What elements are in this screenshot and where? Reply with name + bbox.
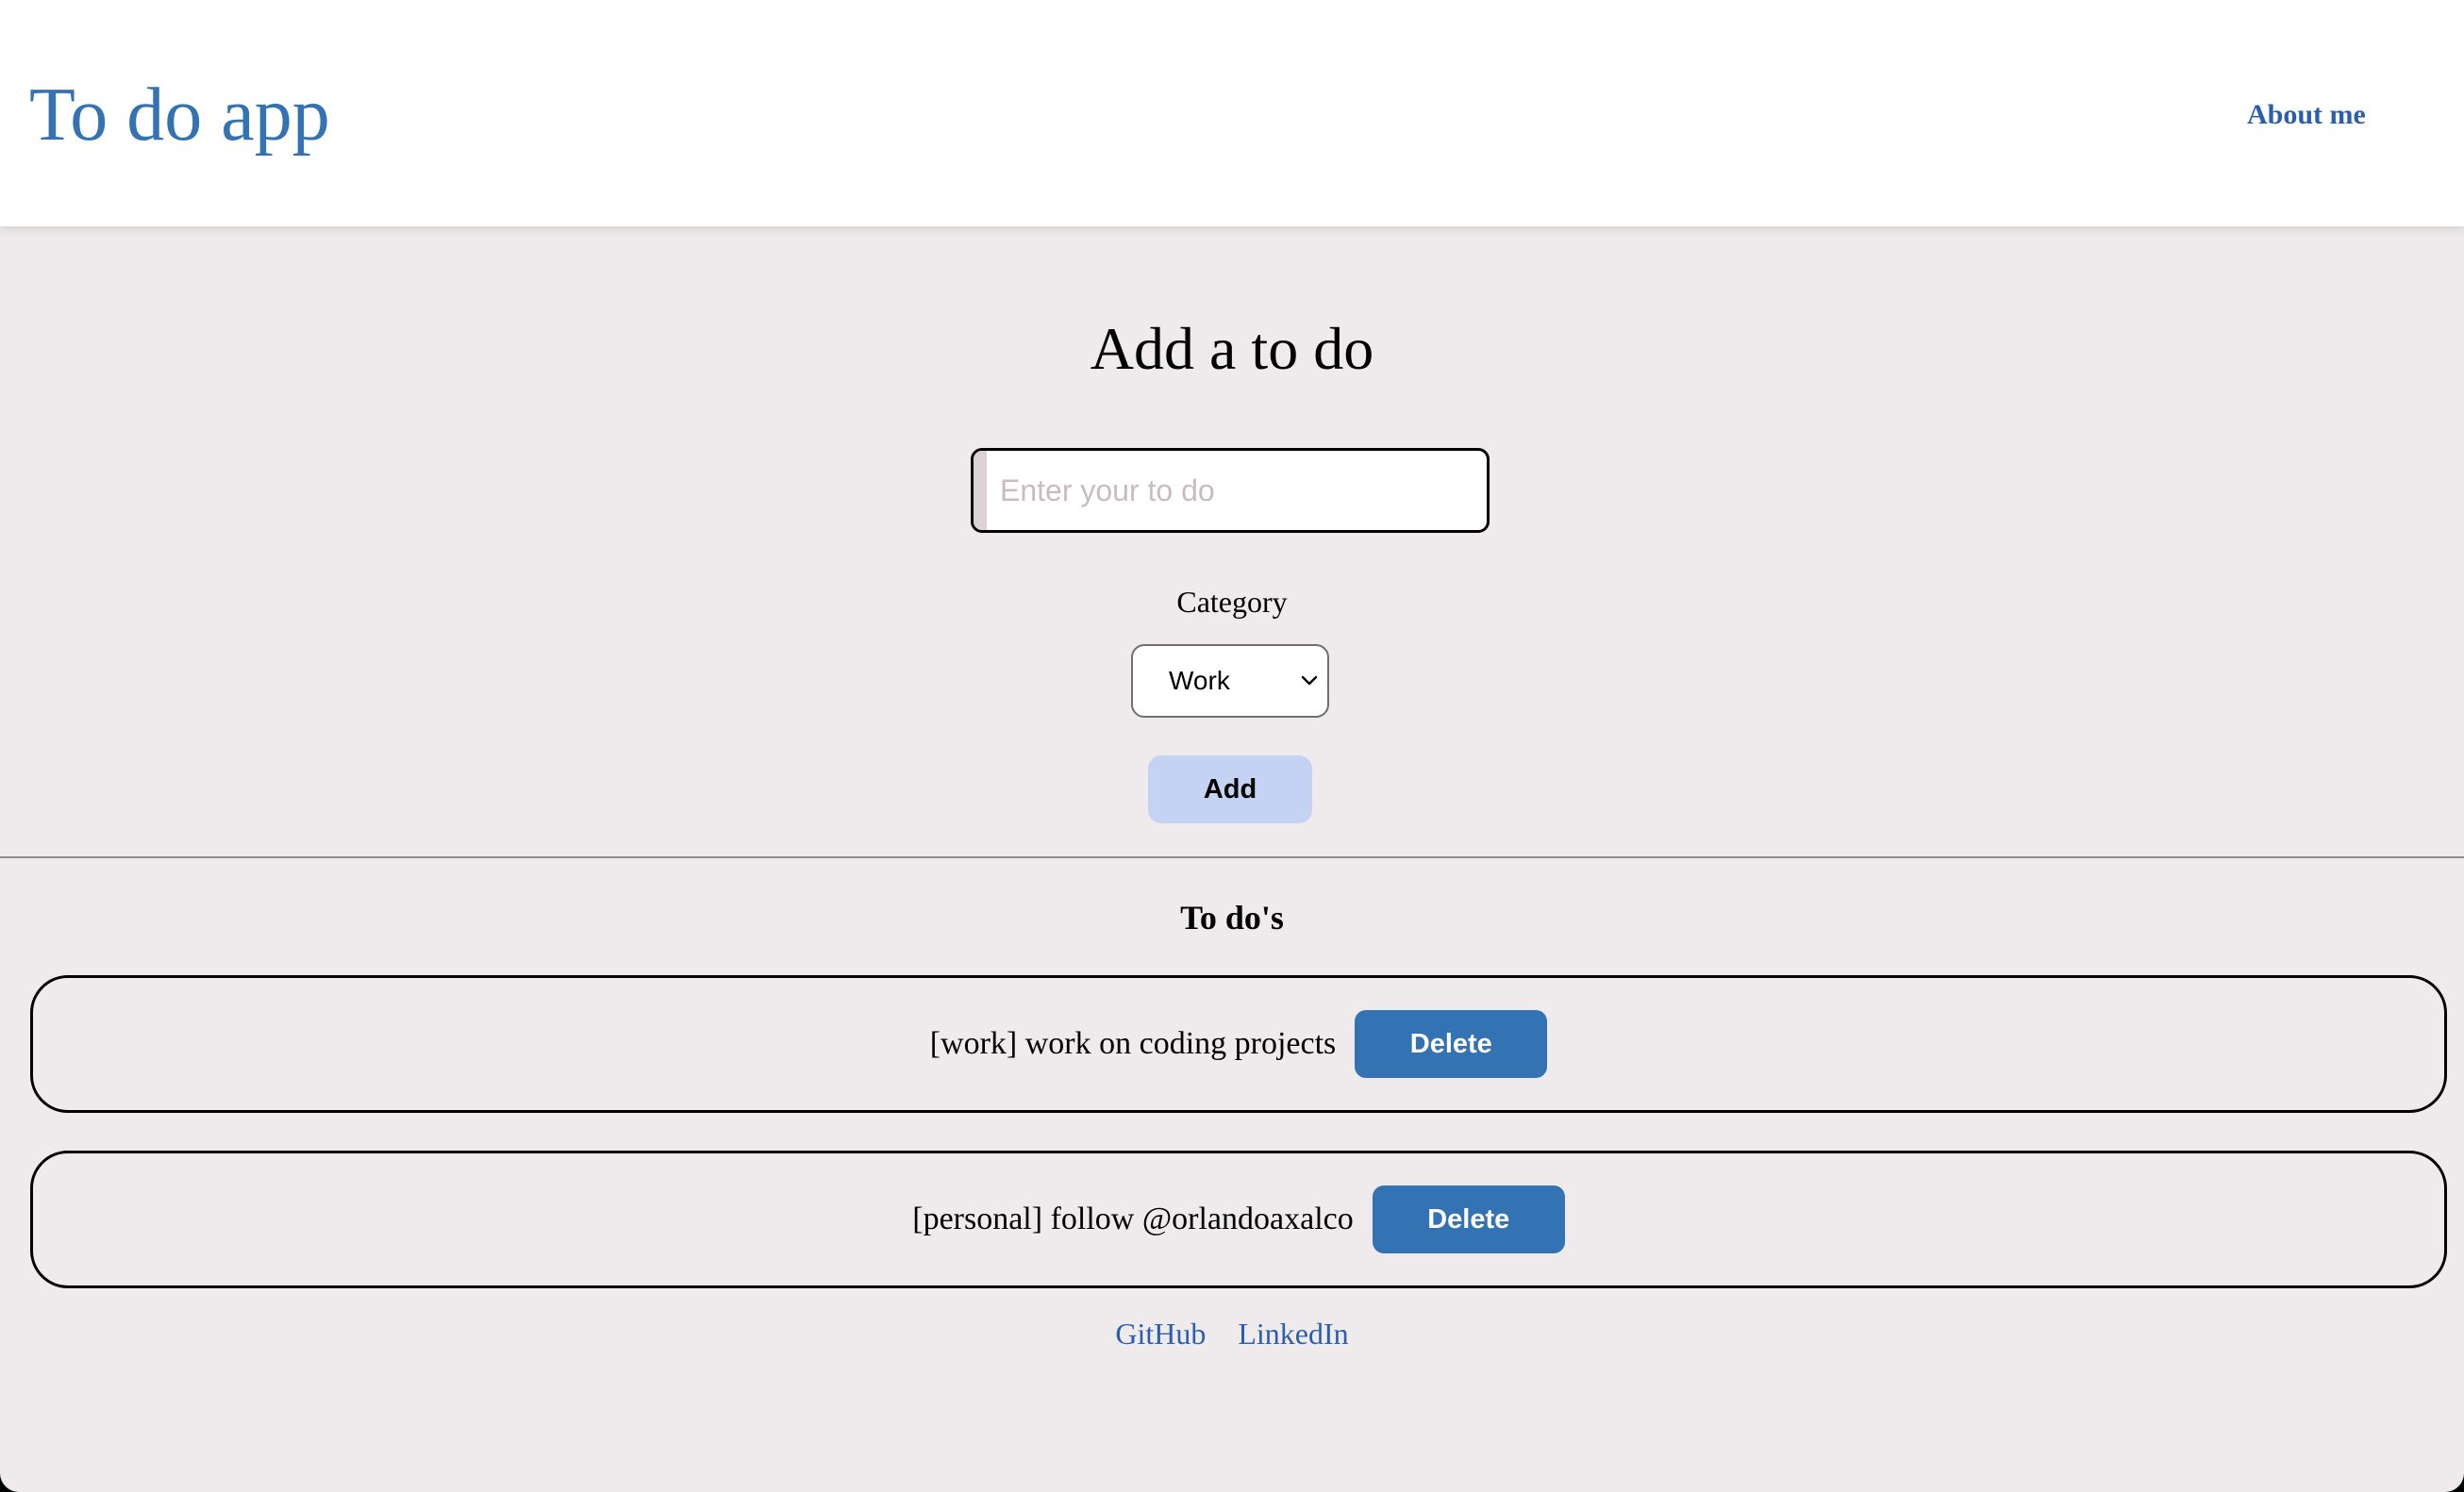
- todos-heading: To do's: [1180, 899, 1284, 937]
- delete-button[interactable]: Delete: [1372, 1185, 1565, 1253]
- section-divider: [0, 856, 2464, 858]
- add-button[interactable]: Add: [1148, 755, 1312, 823]
- todo-input-container: [971, 448, 1490, 533]
- app-header: To do app About me: [0, 0, 2464, 226]
- todo-item-text: [work] work on coding projects: [929, 1026, 1337, 1061]
- todo-input[interactable]: [987, 451, 1487, 530]
- todo-item: [work] work on coding projects Delete: [30, 975, 2447, 1113]
- category-selected-value: Work: [1169, 666, 1230, 695]
- todo-item: [personal] follow @orlandoaxalco Delete: [30, 1151, 2447, 1288]
- category-label: Category: [1176, 585, 1288, 619]
- linkedin-link[interactable]: LinkedIn: [1238, 1317, 1348, 1351]
- about-me-link[interactable]: About me: [2247, 96, 2366, 134]
- chevron-down-icon: [1301, 675, 1318, 686]
- page: To do app About me Add a to do Category …: [0, 0, 2464, 1492]
- add-todo-heading: Add a to do: [1090, 315, 1374, 382]
- github-link[interactable]: GitHub: [1115, 1317, 1206, 1351]
- delete-button[interactable]: Delete: [1355, 1010, 1548, 1078]
- category-select[interactable]: Work: [1131, 644, 1329, 718]
- todo-item-text: [personal] follow @orlandoaxalco: [912, 1202, 1354, 1236]
- footer-links: GitHub LinkedIn: [0, 1315, 2464, 1352]
- app-title[interactable]: To do app: [29, 68, 330, 162]
